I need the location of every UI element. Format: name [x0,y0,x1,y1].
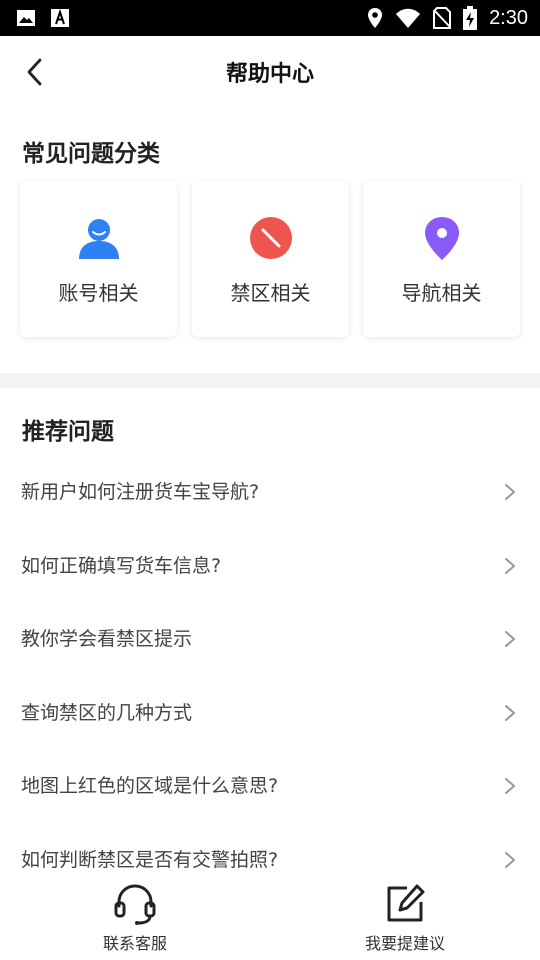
question-label: 查询禁区的几种方式 [21,701,193,724]
chevron-right-icon [505,557,515,574]
recommended-question-list: 新用户如何注册货车宝导航? 如何正确填写货车信息? 教你学会看禁区提示 查询禁区… [0,455,540,896]
map-pin-icon [424,217,459,260]
chevron-right-icon [505,704,515,721]
headset-icon [114,884,156,925]
question-label: 如何判断禁区是否有交警拍照? [21,848,279,871]
battery-charging-icon [463,6,478,30]
contact-support-button[interactable]: 联系客服 [0,876,270,960]
chevron-right-icon [505,778,515,794]
no-sim-icon [433,7,452,29]
wifi-icon [396,8,421,28]
question-item[interactable]: 新用户如何注册货车宝导航? [0,455,540,529]
category-card-restricted-zone[interactable]: 禁区相关 [192,181,349,337]
image-icon [17,10,35,26]
question-label: 新用户如何注册货车宝导航? [21,481,260,503]
category-card-account[interactable]: 账号相关 [20,181,177,337]
location-icon [368,8,383,28]
no-entry-icon [249,217,292,259]
suggestion-button[interactable]: 我要提建议 [270,876,540,960]
category-section-title: 常见问题分类 [22,141,160,167]
recommended-section-title: 推荐问题 [22,419,114,445]
page-title: 帮助中心 [225,62,314,87]
contact-support-label: 联系客服 [102,934,167,953]
question-item[interactable]: 如何正确填写货车信息? [0,529,540,603]
question-label: 如何正确填写货车信息? [21,554,222,577]
chevron-right-icon [505,851,515,868]
suggestion-label: 我要提建议 [364,934,445,953]
category-label: 禁区相关 [230,281,311,305]
chevron-right-icon [505,484,515,500]
section-divider [0,373,540,388]
edit-icon [387,884,425,922]
category-label: 导航相关 [401,281,482,305]
bottom-action-bar: 联系客服 我要提建议 [0,876,540,960]
question-label: 教你学会看禁区提示 [21,628,193,650]
chevron-right-icon [505,631,515,647]
status-time: 2:30 [489,6,528,29]
app-header: 帮助中心 [0,36,540,106]
user-icon [78,219,119,259]
question-item[interactable]: 教你学会看禁区提示 [0,602,540,676]
category-card-navigation[interactable]: 导航相关 [363,181,520,337]
text-a-icon [51,8,69,27]
category-label: 账号相关 [58,281,139,305]
status-bar: 2:30 [0,0,540,36]
question-item[interactable]: 地图上红色的区域是什么意思? [0,749,540,823]
question-label: 地图上红色的区域是什么意思? [21,775,279,797]
question-item[interactable]: 查询禁区的几种方式 [0,676,540,750]
